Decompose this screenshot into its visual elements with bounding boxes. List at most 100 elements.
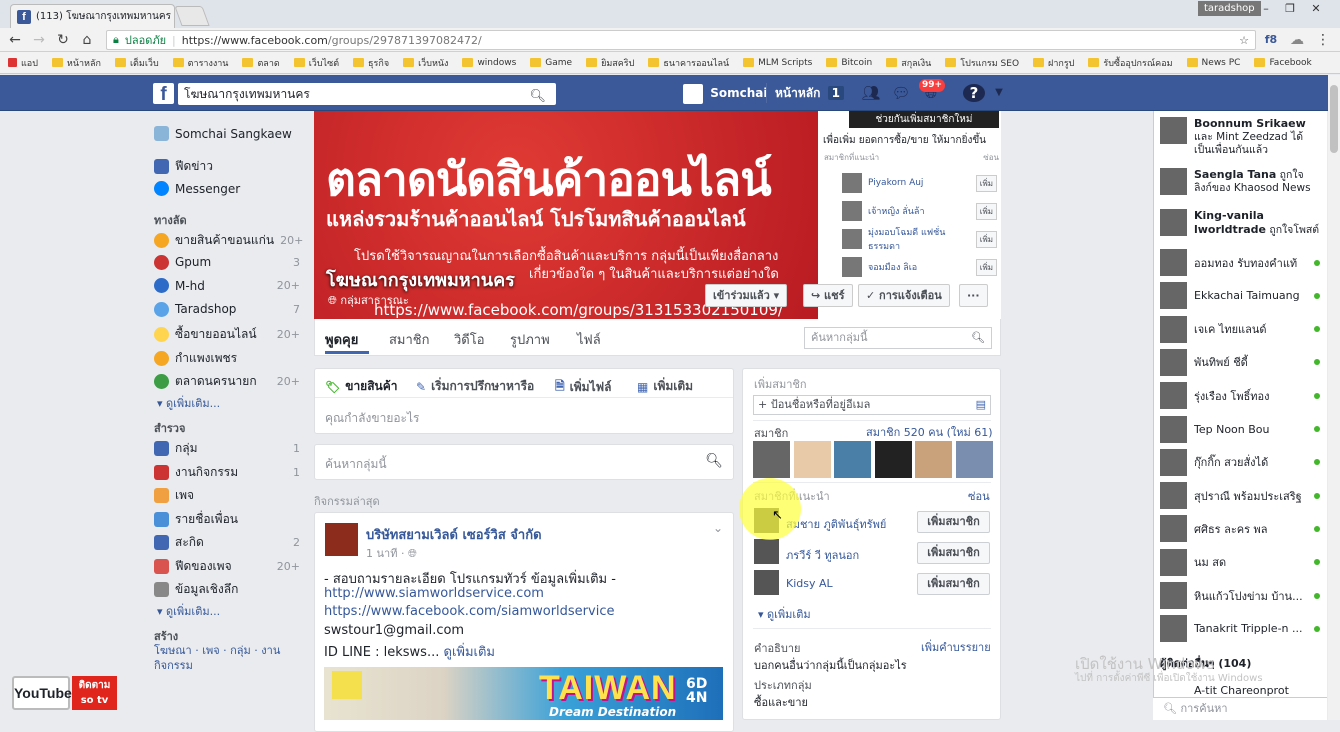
maximize-icon[interactable]: ❐ (1278, 0, 1302, 18)
bookmark-19[interactable]: Facebook (1254, 58, 1312, 68)
tab-videos[interactable]: วิดีโอ (454, 329, 485, 350)
member-avatar[interactable] (915, 441, 952, 478)
bookmark-2[interactable]: เต็มเว็บ (114, 56, 159, 70)
member-avatar[interactable] (874, 441, 912, 478)
suggested-avatar[interactable] (754, 570, 779, 595)
post-menu-icon[interactable]: ⌄ (713, 521, 723, 535)
composer-input[interactable]: คุณกำลังขายอะไร (325, 409, 419, 428)
cover-add-button[interactable]: เพิ่ม (975, 202, 997, 220)
member-avatar[interactable] (793, 441, 831, 478)
suggested-name[interactable]: ภรวีร์ วี ทูลนอก (786, 546, 859, 564)
chat-contact[interactable]: หินแก้วโปงข่าม บ้าน... (1160, 582, 1320, 609)
add-member-input[interactable]: + ป้อนชื่อหรือที่อยู่อีเมล ▤ (753, 395, 991, 415)
chat-contact[interactable]: Ekkachai Taimuang (1160, 282, 1320, 310)
menu-icon[interactable]: ⋮ (1314, 31, 1332, 49)
shortcut-item[interactable]: กำแพงเพชร (154, 349, 300, 368)
browser-tab[interactable]: f (113) โฆษณากรุงเทพมหานคร ✕ (10, 4, 175, 28)
explore-see-more[interactable]: ▾ ดูเพิ่มเติม... (157, 602, 220, 620)
bookmark-7[interactable]: เว็บหนัง (403, 56, 448, 70)
shortcuts-see-more[interactable]: ▾ ดูเพิ่มเติม... (157, 394, 220, 412)
back-icon[interactable]: ← (6, 31, 24, 49)
bookmark-11[interactable]: ธนาคารออนไลน์ (648, 56, 729, 70)
members-count[interactable]: สมาชิก 520 คน (ใหม่ 61) (866, 423, 993, 441)
chat-search-input[interactable]: 🔍︎ การค้นหา (1153, 697, 1327, 720)
help-icon[interactable]: ? (963, 84, 985, 102)
bookmark-18[interactable]: News PC (1186, 58, 1240, 68)
composer-tab-file[interactable]: 🗎︎ เพิ่มไฟล์ (555, 377, 611, 398)
explore-item[interactable]: สะกิด 2 (154, 533, 300, 552)
bookmark-16[interactable]: ฝากรูป (1033, 56, 1074, 70)
post-time[interactable]: 1 นาที · 🌐︎ (366, 544, 417, 562)
explore-item[interactable]: กลุ่ม 1 (154, 439, 300, 458)
search-icon[interactable]: 🔍︎ (705, 453, 723, 469)
group-search-input[interactable]: ค้นหากลุ่มนี้ 🔍︎ (804, 327, 992, 349)
member-avatar[interactable] (834, 441, 871, 478)
explore-item[interactable]: งานกิจกรรม 1 (154, 463, 300, 482)
explore-item[interactable]: รายชื่อเพื่อน (154, 510, 300, 529)
bookmark-6[interactable]: ธุรกิจ (353, 56, 389, 70)
explore-item[interactable]: เพจ (154, 486, 300, 505)
bookmark-10[interactable]: ยิมสคริป (586, 56, 634, 70)
post-link2[interactable]: https://www.facebook.com/siamworldservic… (324, 604, 614, 619)
shortcut-item[interactable]: ตลาดนครนายก 20+ (154, 372, 300, 391)
bookmark-9[interactable]: Game (530, 58, 572, 68)
cloud-extension-icon[interactable]: ☁ (1288, 31, 1306, 49)
bookmark-14[interactable]: สกุลเงิน (886, 56, 931, 70)
bookmark-12[interactable]: MLM Scripts (743, 58, 812, 68)
profile-badge[interactable]: taradshop (1198, 1, 1261, 16)
cover-add-button[interactable]: เพิ่ม (975, 174, 997, 192)
home-link[interactable]: หน้าหลัก 1 (766, 83, 844, 103)
member-avatar[interactable] (753, 441, 790, 478)
chat-contact[interactable]: นม สด (1160, 548, 1320, 576)
tab-members[interactable]: สมาชิก (389, 329, 430, 350)
chat-contact[interactable]: ศศิธร ละคร พล (1160, 515, 1320, 543)
bookmark-5[interactable]: เว็บไซต์ (293, 56, 339, 70)
star-icon[interactable]: ☆ (1239, 34, 1249, 47)
post-author[interactable]: บริษัทสยามเวิลด์ เซอร์วิส จำกัด (366, 524, 542, 545)
post-link1[interactable]: http://www.siamworldservice.com (324, 586, 544, 601)
composer-tab-sell[interactable]: 🏷︎ ขายสินค้า (325, 377, 398, 396)
bookmark-1[interactable]: หน้าหลัก (51, 56, 101, 70)
bookmark-3[interactable]: ตารางงาน (172, 56, 228, 70)
extension-icon[interactable]: f8 (1262, 31, 1280, 49)
explore-item[interactable]: ฟีดของเพจ 20+ (154, 557, 300, 576)
bookmark-13[interactable]: Bitcoin (826, 58, 872, 68)
facebook-logo-icon[interactable]: f (153, 83, 174, 105)
explore-item[interactable]: ข้อมูลเชิงลึก (154, 580, 300, 599)
messenger-icon[interactable]: 💬︎ (891, 84, 911, 102)
joined-button[interactable]: เข้าร่วมแล้ว ▾ (705, 284, 788, 307)
friend-requests-icon[interactable]: 👥︎ (861, 84, 881, 102)
share-button[interactable]: ↪ แชร์ (803, 284, 853, 307)
suggestions-see-more[interactable]: ▾ ดูเพิ่มเติม (758, 605, 811, 623)
tab-discussion[interactable]: พูดคุย (325, 329, 358, 350)
group-name[interactable]: โฆษณากรุงเทพมหานคร (326, 265, 515, 294)
chat-contact[interactable]: กุ๊กกิ๊ก สวยสั่งได้ (1160, 448, 1320, 476)
author-avatar[interactable] (325, 523, 358, 556)
chat-contact[interactable]: Tanakrit Tripple-n ... (1160, 615, 1320, 643)
bookmark-0[interactable]: แอป (8, 56, 38, 70)
suggested-name[interactable]: สมชาย ภูติพันธุ์ทรัพย์ (786, 515, 886, 533)
add-description-link[interactable]: เพิ่มคำบรรยาย (921, 638, 991, 656)
add-member-button[interactable]: เพิ่มสมาชิก (917, 573, 990, 595)
suggested-name[interactable]: Kidsy AL (786, 577, 833, 590)
shortcut-item[interactable]: Gpum 3 (154, 254, 300, 270)
member-avatar[interactable] (955, 441, 993, 478)
add-member-button[interactable]: เพิ่มสมาชิก (917, 511, 990, 533)
shortcut-item[interactable]: ขายสินค้าขอนแก่น 20+ (154, 231, 303, 250)
scrollbar-thumb[interactable] (1330, 85, 1338, 153)
tab-files[interactable]: ไฟล์ (577, 329, 601, 350)
more-options-button[interactable]: ··· (959, 284, 988, 307)
activity-story[interactable]: Boonnum Srikaew และ Mint Zeedzad ได้เป็น… (1160, 117, 1320, 157)
composer-tab-discuss[interactable]: ✎ เริ่มการปรึกษาหารือ (416, 377, 534, 396)
chat-contact[interactable]: ออมทอง รับทองคำแท้ (1160, 249, 1320, 276)
chat-contact[interactable]: รุ่งเรือง โพธิ์ทอง (1160, 382, 1320, 410)
cover-add-button[interactable]: เพิ่ม (975, 258, 997, 276)
shortcut-item[interactable]: Taradshop 7 (154, 301, 300, 317)
chat-contact[interactable]: Tep Noon Bou (1160, 415, 1320, 443)
group-search-box[interactable]: ค้นหากลุ่มนี้ 🔍︎ (314, 444, 734, 480)
post-image[interactable]: TAIWAN 6D 4N Dream Destination (324, 667, 723, 720)
forward-icon[interactable]: → (30, 31, 48, 49)
shortcut-item[interactable]: M-hd 20+ (154, 278, 300, 293)
tab-photos[interactable]: รูปภาพ (510, 329, 550, 350)
bookmark-15[interactable]: โปรแกรม SEO (945, 56, 1019, 70)
